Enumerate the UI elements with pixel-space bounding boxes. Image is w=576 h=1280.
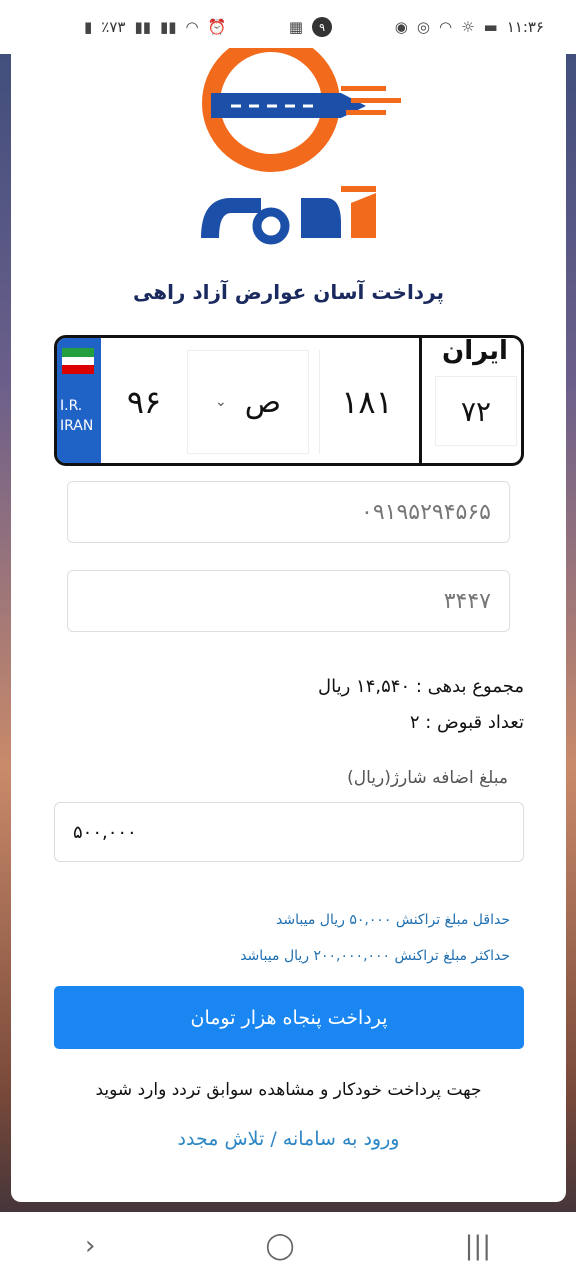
notification-badge: ۹ xyxy=(312,17,333,37)
battery-icon: ▮ xyxy=(84,17,93,36)
min-amount-hint: حداقل مبلغ تراکنش ۵۰,۰۰۰ ریال میباشد xyxy=(276,912,510,928)
iran-flag-icon xyxy=(62,348,94,375)
plate-country-line1: I.R. xyxy=(60,398,83,414)
plate-country-line2: IRAN xyxy=(60,418,94,434)
plate-region-input[interactable]: ۷۲ xyxy=(435,376,517,446)
total-debt-text: مجموع بدهی : ۱۴,۵۴۰ ریال xyxy=(318,676,524,697)
sync-icon: ◎ xyxy=(416,17,430,36)
wifi-icon: ◠ xyxy=(185,17,199,36)
status-middle: ▦ ۹ xyxy=(288,17,333,37)
main-card: پرداخت آسان عوارض آزاد راهی I.R. IRAN ۹۶… xyxy=(11,48,566,1202)
max-amount-hint: حداکثر مبلغ تراکنش ۲۰۰,۰۰۰,۰۰۰ ریال میبا… xyxy=(240,948,510,964)
plate-number-right-input[interactable]: ۱۸۱ xyxy=(319,350,414,454)
signal-icon-2: ▮▮ xyxy=(159,17,177,36)
code-field[interactable]: ۳۴۴۷ xyxy=(67,570,510,632)
system-nav-bar: › ◯ ||| xyxy=(0,1212,576,1280)
signal-icon: ▮▮ xyxy=(134,17,151,36)
phone-field[interactable]: ۰۹۱۹۵۲۹۴۵۶۵ xyxy=(67,481,510,543)
login-retry-link[interactable]: ورود به سامانه / تلاش مجدد xyxy=(11,1128,566,1150)
plate-letter-value: ص xyxy=(244,384,281,420)
calendar-icon: ▦ xyxy=(288,17,304,36)
status-right: ◉ ◎ ◠ ☼ ▬ ۱۱:۳۶ xyxy=(395,18,544,36)
wifi-icon-right: ◠ xyxy=(438,17,453,36)
plate-letter-select[interactable]: ⌄ ص xyxy=(187,350,309,454)
plate-divider xyxy=(419,338,422,463)
charge-amount-label: مبلغ اضافه شارژ(ریال) xyxy=(347,768,508,788)
chevron-down-icon: ⌄ xyxy=(214,394,227,410)
back-icon[interactable]: › xyxy=(85,1231,95,1261)
plate-country-strip: I.R. IRAN xyxy=(57,338,101,463)
page-title: پرداخت آسان عوارض آزاد راهی xyxy=(132,280,445,304)
receipt-count-text: تعداد قبوض : ۲ xyxy=(409,712,524,733)
battery-percent: ٪۷۳ xyxy=(101,18,126,36)
license-plate: I.R. IRAN ۹۶ ⌄ ص ۱۸۱ ایران ۷۲ xyxy=(54,335,524,466)
status-left: ▮ ٪۷۳ ▮▮ ▮▮ ◠ ⏰ xyxy=(84,18,226,36)
app-logo xyxy=(201,48,401,245)
recents-icon[interactable]: ||| xyxy=(465,1231,491,1261)
brightness-icon: ☼ xyxy=(461,17,475,36)
alarm-icon: ⏰ xyxy=(207,17,227,36)
plate-iran-label: ایران xyxy=(442,336,508,366)
shield-icon: ◉ xyxy=(394,17,408,36)
login-note: جهت پرداخت خودکار و مشاهده سوابق تردد وا… xyxy=(95,1080,482,1100)
home-icon[interactable]: ◯ xyxy=(266,1231,295,1261)
status-bar: ▮ ٪۷۳ ▮▮ ▮▮ ◠ ⏰ ▦ ۹ ◉ ◎ ◠ ☼ ▬ ۱۱:۳۶ xyxy=(0,0,576,54)
message-icon: ▬ xyxy=(483,17,498,36)
pay-button[interactable]: پرداخت پنجاه هزار تومان xyxy=(54,986,524,1049)
plate-number-left-input[interactable]: ۹۶ xyxy=(109,350,179,454)
clock: ۱۱:۳۶ xyxy=(506,18,544,36)
charge-amount-input[interactable]: ۵۰۰,۰۰۰ xyxy=(54,802,524,862)
